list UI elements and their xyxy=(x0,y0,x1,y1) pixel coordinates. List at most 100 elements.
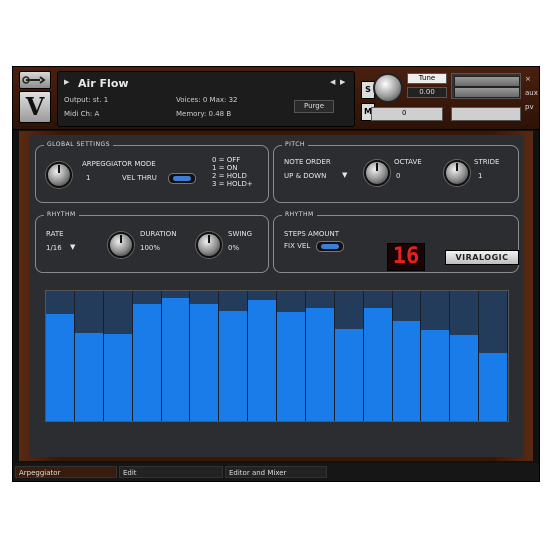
step-level-bar xyxy=(450,335,479,421)
step-cell[interactable] xyxy=(305,291,335,421)
tab-arpeggiator[interactable]: Arpeggiator xyxy=(15,466,117,478)
mode-option-0: 0 = OFF xyxy=(212,156,241,164)
next-instrument-icon[interactable]: ▶ xyxy=(340,78,345,86)
fix-vel-toggle[interactable] xyxy=(316,241,344,252)
step-cell[interactable] xyxy=(392,291,422,421)
step-level-bar xyxy=(421,330,450,421)
step-level-bar xyxy=(305,307,334,421)
rate-label: RATE xyxy=(46,230,64,238)
instrument-name: Air Flow xyxy=(78,77,129,90)
step-level-bar xyxy=(277,311,305,421)
step-cell[interactable] xyxy=(479,291,508,421)
bottom-tab-bar: Arpeggiator Edit Editor and Mixer xyxy=(13,463,539,481)
tab-editor-mixer[interactable]: Editor and Mixer xyxy=(225,466,327,478)
pv-label: pv xyxy=(525,103,534,111)
step-level-bar xyxy=(392,320,421,421)
step-cell[interactable] xyxy=(363,291,393,421)
rhythm-rate-section: RHYTHM RATE 1/16 ▼ DURATION 100% SWING 0… xyxy=(35,211,269,273)
vel-thru-label: VEL THRU xyxy=(122,174,157,182)
step-cell[interactable] xyxy=(248,291,277,421)
step-cell[interactable] xyxy=(334,291,364,421)
steps-amount-label: STEPS AMOUNT xyxy=(284,230,340,238)
note-order-value[interactable]: UP & DOWN xyxy=(284,172,326,180)
mode-option-2: 2 = HOLD xyxy=(212,172,247,180)
step-velocity-grid[interactable] xyxy=(45,290,509,422)
tune-value: 0.00 xyxy=(407,87,447,98)
pan-slider[interactable]: 0 xyxy=(371,107,443,121)
step-level-bar xyxy=(219,310,248,421)
purge-button[interactable]: Purge xyxy=(294,100,334,113)
prev-instrument-icon[interactable]: ◀ xyxy=(330,78,335,86)
tune-label: Tune xyxy=(407,73,447,84)
collapse-arrow-icon[interactable]: ▶ xyxy=(64,78,69,86)
octave-label: OCTAVE xyxy=(394,158,422,166)
mode-option-1: 1 = ON xyxy=(212,164,238,172)
step-cell[interactable] xyxy=(450,291,480,421)
step-cell[interactable] xyxy=(421,291,451,421)
instrument-body: GLOBAL SETTINGS ARPEGGIATOR MODE 1 VEL T… xyxy=(19,131,533,461)
control-panel: GLOBAL SETTINGS ARPEGGIATOR MODE 1 VEL T… xyxy=(29,135,523,457)
stride-label: STRIDE xyxy=(474,158,500,166)
step-cell[interactable] xyxy=(161,291,191,421)
global-settings-section: GLOBAL SETTINGS ARPEGGIATOR MODE 1 VEL T… xyxy=(35,141,269,203)
swing-knob[interactable] xyxy=(196,232,222,258)
step-cell[interactable] xyxy=(277,291,306,421)
step-cell[interactable] xyxy=(190,291,220,421)
step-level-bar xyxy=(190,304,219,421)
instrument-header: V ▶ Air Flow ◀ ▶ Output: st. 1 Midi Ch: … xyxy=(13,67,539,130)
octave-knob[interactable] xyxy=(364,160,390,186)
wrench-icon[interactable] xyxy=(19,71,51,89)
close-icon[interactable]: × xyxy=(525,75,531,83)
aux-label: aux xyxy=(525,89,538,97)
pan-value: 0 xyxy=(402,109,407,117)
step-cell[interactable] xyxy=(74,291,104,421)
pitch-title: PITCH xyxy=(282,141,308,148)
rhythm-steps-title: RHYTHM xyxy=(282,211,317,218)
swing-value: 0% xyxy=(228,244,240,252)
note-order-dropdown-icon[interactable]: ▼ xyxy=(342,171,347,179)
rate-dropdown-icon[interactable]: ▼ xyxy=(70,243,75,251)
left-meter xyxy=(454,76,520,87)
duration-value: 100% xyxy=(140,244,161,252)
voices-readout: Voices: 0 Max: 32 xyxy=(176,96,238,104)
step-level-bar xyxy=(363,307,392,421)
instrument-info-panel: ▶ Air Flow ◀ ▶ Output: st. 1 Midi Ch: A … xyxy=(57,71,355,127)
right-meter xyxy=(454,87,520,98)
duration-knob[interactable] xyxy=(108,232,134,258)
tune-knob[interactable] xyxy=(373,73,403,103)
rate-value[interactable]: 1/16 xyxy=(46,244,62,252)
stride-value: 1 xyxy=(478,172,483,180)
step-cell[interactable] xyxy=(132,291,162,421)
step-level-bar xyxy=(248,300,276,421)
step-cell[interactable] xyxy=(46,291,75,421)
pitch-section: PITCH NOTE ORDER UP & DOWN ▼ OCTAVE 0 ST… xyxy=(273,141,519,203)
step-cell[interactable] xyxy=(103,291,133,421)
level-meters xyxy=(451,73,521,99)
steps-display[interactable]: 16 xyxy=(387,243,425,271)
octave-value: 0 xyxy=(396,172,401,180)
tab-edit[interactable]: Edit xyxy=(119,466,223,478)
plugin-window: V ▶ Air Flow ◀ ▶ Output: st. 1 Midi Ch: … xyxy=(12,66,540,482)
memory-readout: Memory: 0.48 B xyxy=(176,110,232,118)
step-level-bar xyxy=(479,353,507,421)
step-cell[interactable] xyxy=(219,291,249,421)
step-level-bar xyxy=(132,304,161,421)
global-settings-title: GLOBAL SETTINGS xyxy=(44,141,114,148)
stride-knob[interactable] xyxy=(444,160,470,186)
step-level-bar xyxy=(161,297,190,421)
output-selector[interactable]: Output: st. 1 xyxy=(64,96,108,104)
midi-channel-selector[interactable]: Midi Ch: A xyxy=(64,110,99,118)
step-level-bar xyxy=(334,328,363,421)
instrument-logo-icon: V xyxy=(19,91,51,123)
viralogic-logo: VIRALOGIC xyxy=(445,250,519,265)
vel-thru-toggle[interactable] xyxy=(168,173,196,184)
mode-label: ARPEGGIATOR MODE xyxy=(82,160,156,168)
note-order-label: NOTE ORDER xyxy=(284,158,331,166)
rhythm-title: RHYTHM xyxy=(44,211,79,218)
volume-slider[interactable] xyxy=(451,107,521,121)
step-level-bar xyxy=(74,332,103,421)
arpeggiator-mode-knob[interactable] xyxy=(46,162,72,188)
mode-value: 1 xyxy=(86,174,91,182)
fix-vel-label: FIX VEL xyxy=(284,242,311,250)
swing-label: SWING xyxy=(228,230,253,238)
